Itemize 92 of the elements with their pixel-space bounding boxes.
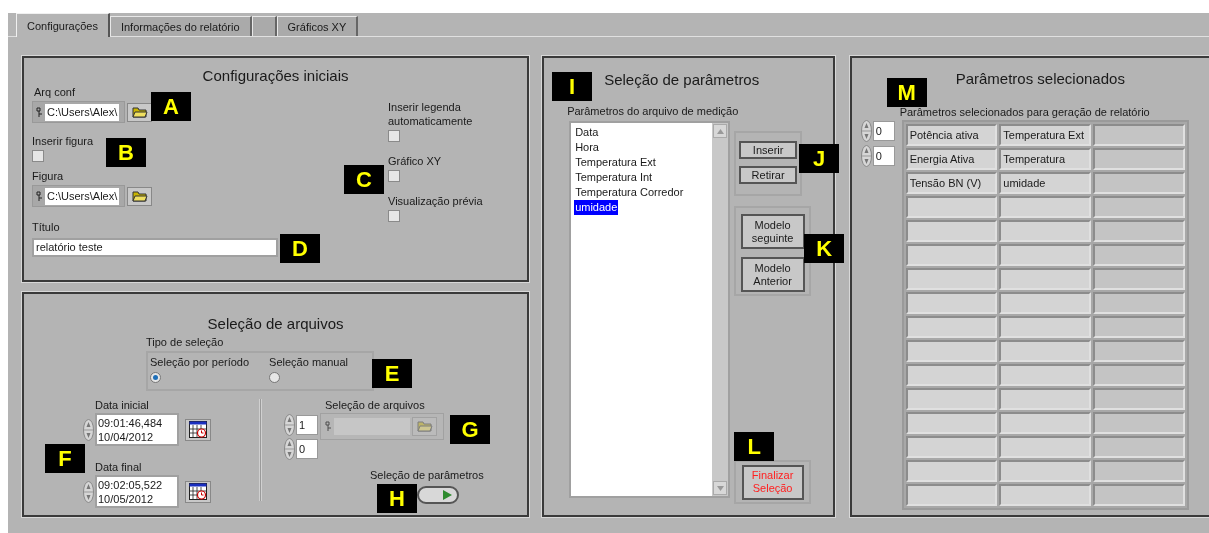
checkbox[interactable] [388,210,400,222]
down-arrow-icon [716,485,724,491]
table-cell: Potência ativa [905,124,998,146]
callout-label: G [450,415,490,444]
field-label: Seleção de parâmetros [370,469,484,482]
table-cell: Tensão BN (V) [905,172,998,194]
action-button[interactable]: Modelo Anterior [740,257,805,292]
callout-label: H [377,484,417,513]
number-field[interactable]: 1 [296,415,318,435]
list-item[interactable]: Temperatura Int [574,170,654,185]
table-label: Parâmetros selecionados para geração de relatório [898,106,1151,119]
option-label: Visualização prévia [388,194,484,208]
field-label: Inserir figura [32,135,95,148]
spinner-icon[interactable] [83,418,94,441]
folder-icon [131,106,148,118]
field-label: Data final [95,461,143,474]
path-icon [36,190,43,202]
scroll-down-button[interactable] [713,481,728,495]
list-label: Parâmetros do arquivo de medição [567,105,739,118]
callout-label: D [280,234,320,263]
panel-title: Configurações iniciais [201,66,350,86]
callout-label: J [799,144,840,173]
calendar-button[interactable] [185,480,211,503]
number-field[interactable]: 0 [296,439,318,459]
action-button[interactable]: Modelo seguinte [740,214,805,249]
option-label: Inserir legenda automaticamente [388,100,474,128]
tab[interactable] [251,16,277,36]
list-item[interactable]: Temperatura Corredor [574,185,685,200]
number-field[interactable]: 0 [872,121,895,141]
radio-button[interactable] [269,372,281,383]
scrollbar[interactable] [712,123,729,496]
callout-label: B [106,138,146,167]
radio-button[interactable] [150,372,161,383]
calendar-icon [189,483,207,500]
number-field[interactable]: 0 [872,146,895,166]
panel-title: Seleção de arquivos [206,314,345,334]
callout-label: M [886,78,927,107]
path-icon [36,106,43,118]
callout-label: K [804,234,845,263]
toggle-button[interactable] [417,486,459,504]
up-arrow-icon [716,128,724,134]
scroll-up-button[interactable] [713,124,728,138]
callout-label: I [552,72,593,101]
spinner-icon[interactable] [83,480,94,503]
path-icon [325,421,332,432]
field-label: Data inicial [95,399,150,412]
group-label: Tipo de seleção [146,336,225,349]
table-cell: umidade [999,172,1091,194]
callout-label: F [45,444,85,473]
folder-icon [416,421,433,432]
callout-label: A [151,92,191,121]
tab[interactable]: Informações do relatório [109,16,252,36]
calendar-button[interactable] [185,418,211,441]
tab[interactable]: Gráficos XY [276,16,359,36]
path-field[interactable]: C:\Users\Alex\ [32,185,125,207]
list-item[interactable]: Data [574,125,600,140]
table-cell: Temperatura Ext [999,124,1091,146]
timestamp-field[interactable]: 09:02:05,522 10/05/2012 [95,475,179,508]
option-label: Gráfico XY [388,154,443,168]
radio-label: Seleção por período [150,355,250,369]
panel-title: Parâmetros selecionados [954,69,1126,89]
list-item[interactable]: Hora [574,140,600,155]
spinner-icon[interactable] [860,120,872,142]
panel-title: Seleção de parâmetros [604,70,760,90]
radio-label: Seleção manual [269,355,348,369]
callout-label: C [344,165,384,194]
callout-label: L [734,432,775,461]
action-button[interactable]: Inserir [739,141,798,159]
callout-label: E [372,359,412,388]
field-label: Seleção de arquivos [325,399,426,412]
checkbox[interactable] [388,170,400,182]
checkbox[interactable] [388,130,400,142]
spinner-icon[interactable] [284,438,295,460]
field-label: Figura [32,170,65,183]
action-button[interactable]: Retirar [739,166,798,184]
path-field[interactable]: C:\Users\Alex\ [32,101,125,123]
timestamp-field[interactable]: 09:01:46,484 10/04/2012 [95,413,179,446]
tab[interactable]: Configurações [16,13,110,37]
list-item[interactable]: umidade [574,200,619,215]
play-icon [442,490,452,500]
checkbox[interactable] [32,150,44,162]
calendar-icon [189,421,207,438]
table-cell: Energia Ativa [905,148,998,170]
spinner-icon[interactable] [860,145,872,167]
browse-button[interactable] [127,102,152,122]
field-label: Título [32,221,61,234]
title-field[interactable]: relatório teste [32,238,278,257]
spinner-icon[interactable] [284,414,295,436]
list-item[interactable]: Temperatura Ext [574,155,657,170]
table-cell: Temperatura [999,148,1091,170]
folder-icon [131,190,148,202]
field-label: Arq conf [34,86,76,99]
